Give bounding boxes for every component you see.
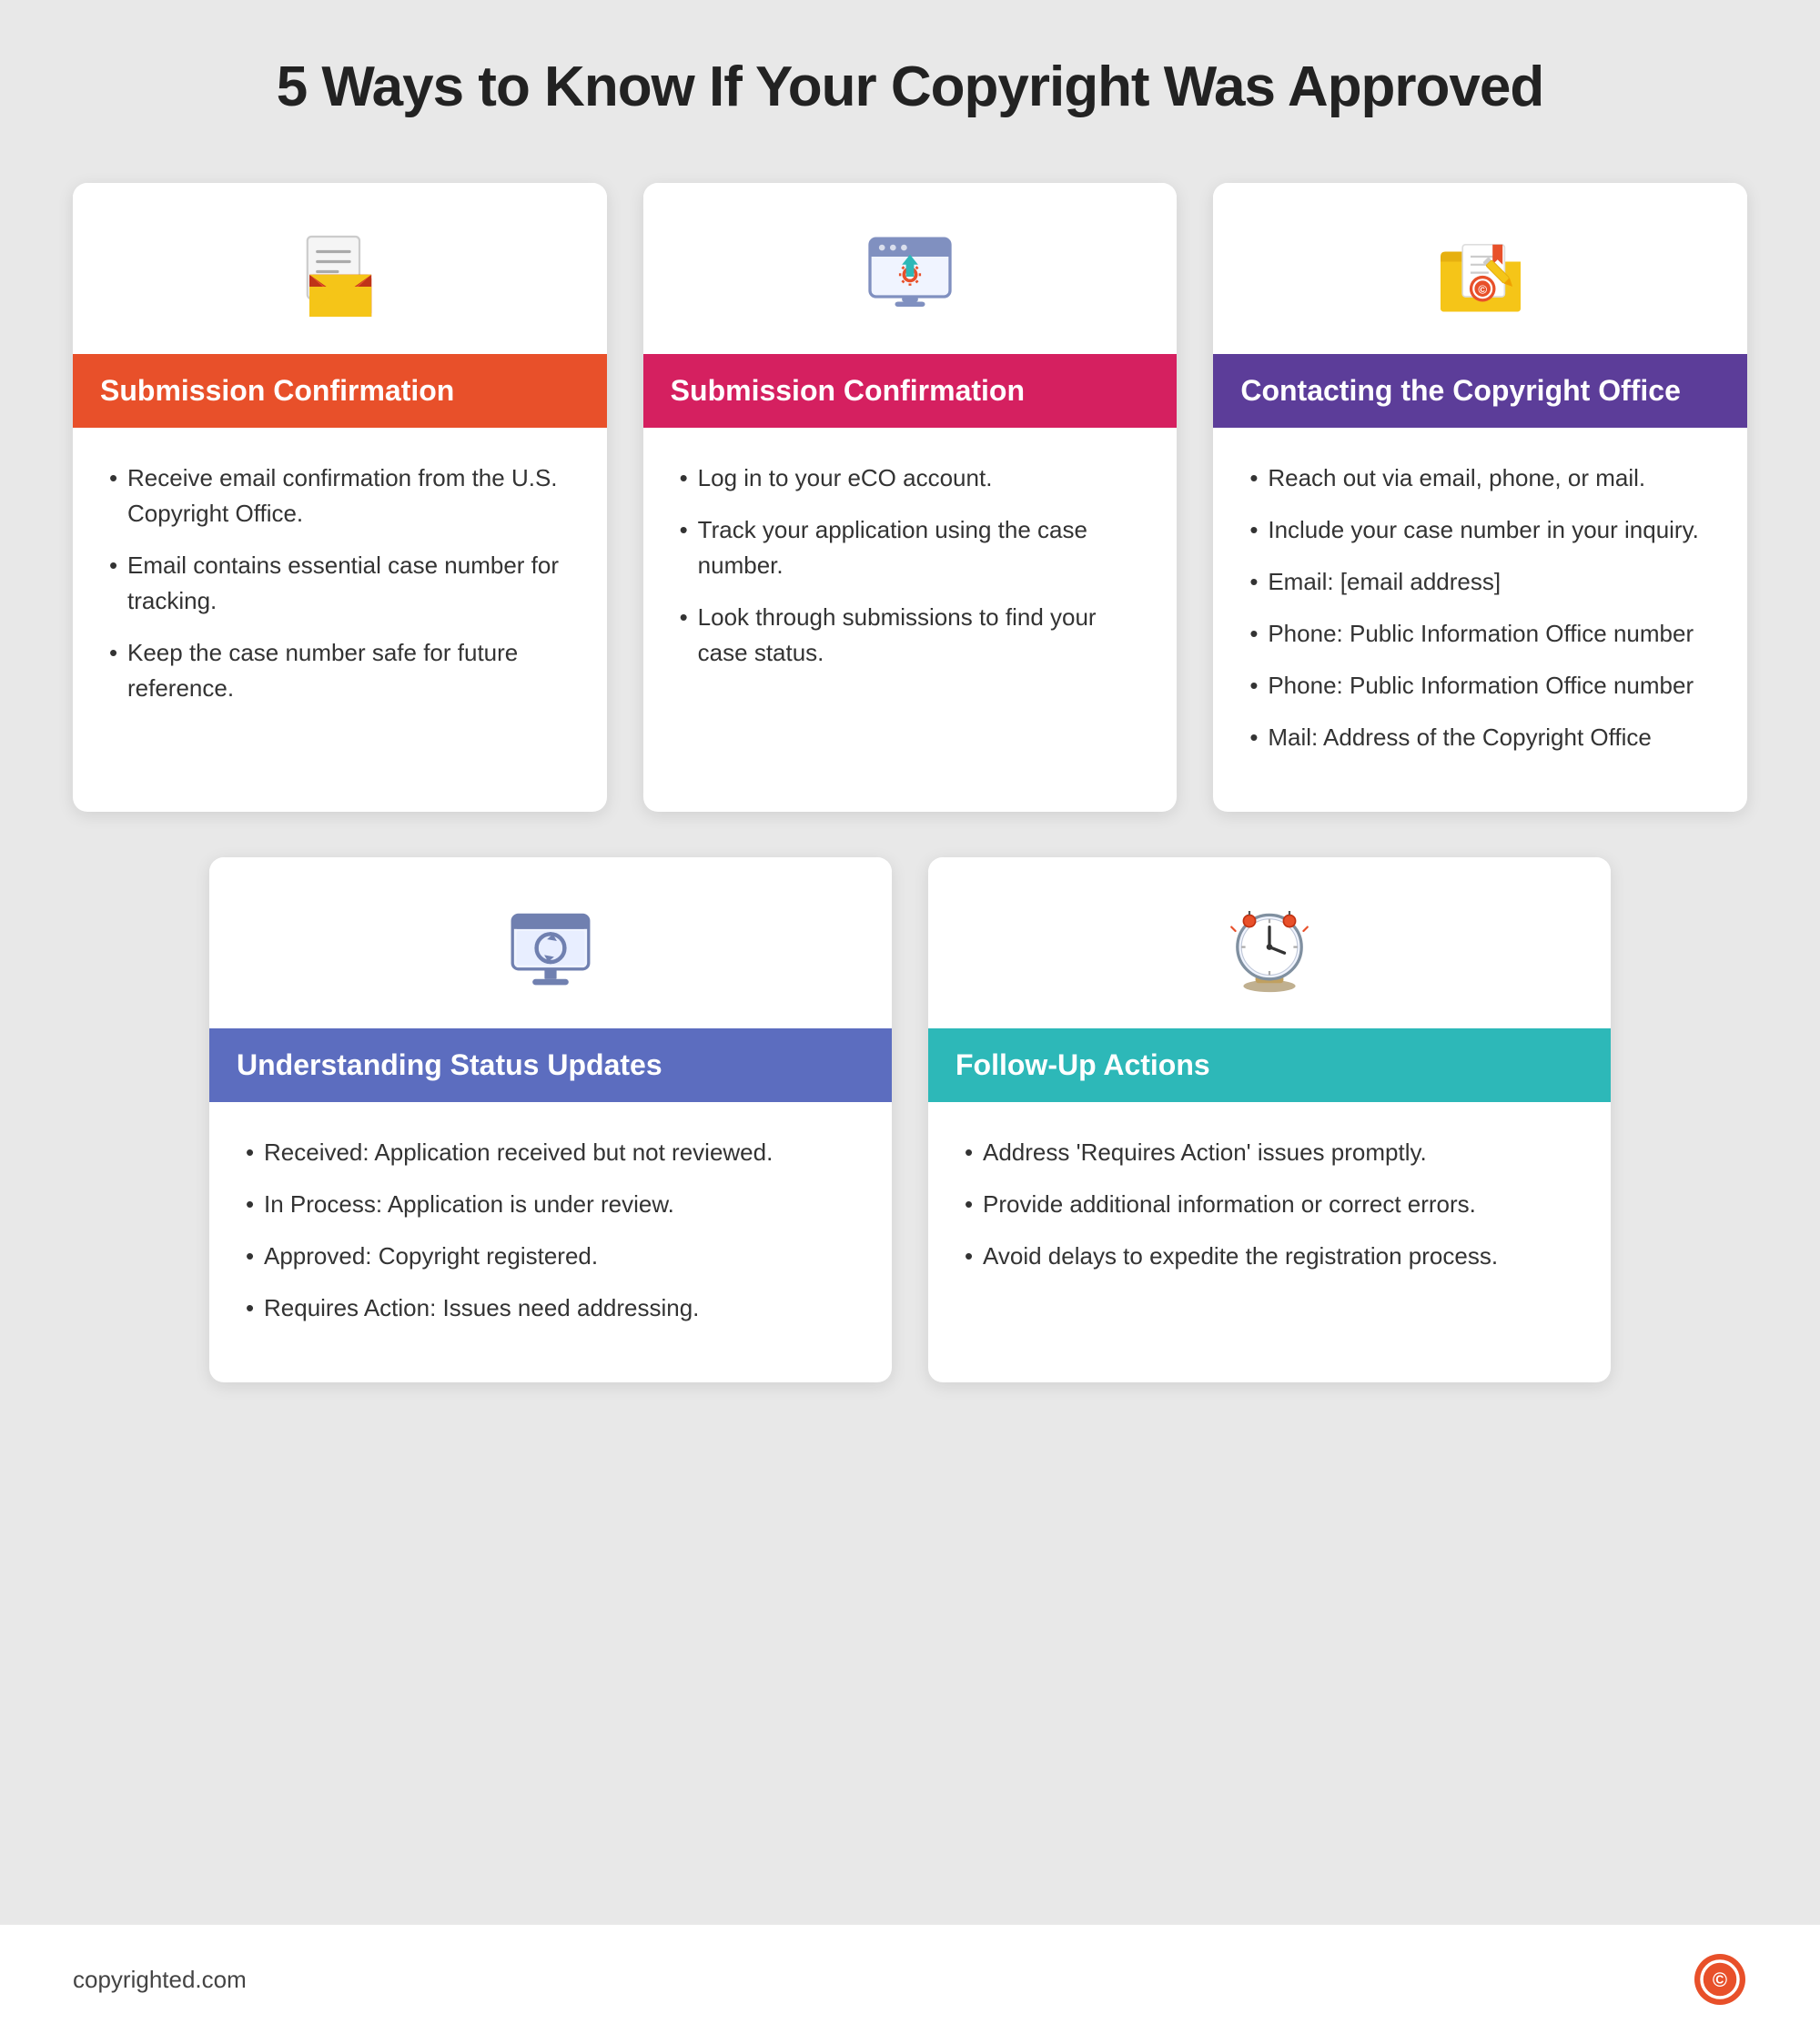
footer-domain: copyrighted.com	[73, 1966, 247, 1994]
card-body-2: Log in to your eCO account. Track your a…	[643, 428, 1178, 812]
page-title: 5 Ways to Know If Your Copyright Was App…	[277, 55, 1544, 119]
card-header-text-1: Submission Confirmation	[100, 374, 454, 408]
list-item: Keep the case number safe for future ref…	[109, 635, 571, 706]
card-header-5: Follow-Up Actions	[928, 1028, 1611, 1102]
card-icon-area-5	[928, 857, 1611, 1028]
card-list-4: Received: Application received but not r…	[246, 1135, 855, 1326]
card-list-2: Log in to your eCO account. Track your a…	[680, 460, 1141, 671]
card-body-5: Address 'Requires Action' issues promptl…	[928, 1102, 1611, 1382]
list-item: Requires Action: Issues need addressing.	[246, 1290, 855, 1326]
svg-text:©: ©	[1713, 1968, 1727, 1991]
card-list-1: Receive email confirmation from the U.S.…	[109, 460, 571, 706]
card-icon-area-3: ©	[1213, 183, 1747, 354]
followup-icon	[1219, 901, 1320, 1001]
card-list-5: Address 'Requires Action' issues promptl…	[965, 1135, 1574, 1274]
list-item: In Process: Application is under review.	[246, 1187, 855, 1222]
top-row: Submission Confirmation Receive email co…	[73, 183, 1747, 812]
card-body-4: Received: Application received but not r…	[209, 1102, 892, 1382]
list-item: Log in to your eCO account.	[680, 460, 1141, 496]
card-icon-area-4	[209, 857, 892, 1028]
list-item: Mail: Address of the Copyright Office	[1249, 720, 1711, 755]
list-item: Track your application using the case nu…	[680, 512, 1141, 583]
card-list-3: Reach out via email, phone, or mail. Inc…	[1249, 460, 1711, 755]
list-item: Include your case number in your inquiry…	[1249, 512, 1711, 548]
card-header-text-5: Follow-Up Actions	[956, 1048, 1210, 1082]
list-item: Receive email confirmation from the U.S.…	[109, 460, 571, 531]
card-header-4: Understanding Status Updates	[209, 1028, 892, 1102]
card-header-2: Submission Confirmation	[643, 354, 1178, 428]
card-icon-area-1	[73, 183, 607, 354]
svg-text:©: ©	[1478, 283, 1487, 297]
list-item: Look through submissions to find your ca…	[680, 600, 1141, 671]
status-updates-icon	[500, 901, 601, 1001]
card-icon-area-2	[643, 183, 1178, 354]
card-submission-confirmation-2: Submission Confirmation Log in to your e…	[643, 183, 1178, 812]
footer: copyrighted.com ©	[0, 1925, 1820, 2034]
card-understanding-status-updates: Understanding Status Updates Received: A…	[209, 857, 892, 1382]
card-submission-confirmation-1: Submission Confirmation Receive email co…	[73, 183, 607, 812]
list-item: Received: Application received but not r…	[246, 1135, 855, 1170]
card-header-text-2: Submission Confirmation	[671, 374, 1025, 408]
card-header-1: Submission Confirmation	[73, 354, 607, 428]
bottom-row: Understanding Status Updates Received: A…	[73, 857, 1747, 1382]
list-item: Phone: Public Information Office number	[1249, 668, 1711, 703]
list-item: Phone: Public Information Office number	[1249, 616, 1711, 652]
card-header-3: Contacting the Copyright Office	[1213, 354, 1747, 428]
list-item: Email: [email address]	[1249, 564, 1711, 600]
list-item: Address 'Requires Action' issues promptl…	[965, 1135, 1574, 1170]
eco-account-icon	[860, 227, 960, 327]
footer-logo-icon: ©	[1693, 1952, 1747, 2007]
card-body-3: Reach out via email, phone, or mail. Inc…	[1213, 428, 1747, 812]
card-contacting-copyright-office: © Contacting the Copyright Office Reach …	[1213, 183, 1747, 812]
list-item: Email contains essential case number for…	[109, 548, 571, 619]
copyright-office-icon: ©	[1431, 227, 1531, 327]
card-header-text-3: Contacting the Copyright Office	[1240, 374, 1681, 408]
page-wrapper: 5 Ways to Know If Your Copyright Was App…	[0, 0, 1820, 1437]
list-item: Reach out via email, phone, or mail.	[1249, 460, 1711, 496]
email-icon	[289, 227, 389, 327]
list-item: Approved: Copyright registered.	[246, 1239, 855, 1274]
list-item: Provide additional information or correc…	[965, 1187, 1574, 1222]
card-body-1: Receive email confirmation from the U.S.…	[73, 428, 607, 812]
list-item: Avoid delays to expedite the registratio…	[965, 1239, 1574, 1274]
card-header-text-4: Understanding Status Updates	[237, 1048, 662, 1082]
card-follow-up-actions: Follow-Up Actions Address 'Requires Acti…	[928, 857, 1611, 1382]
